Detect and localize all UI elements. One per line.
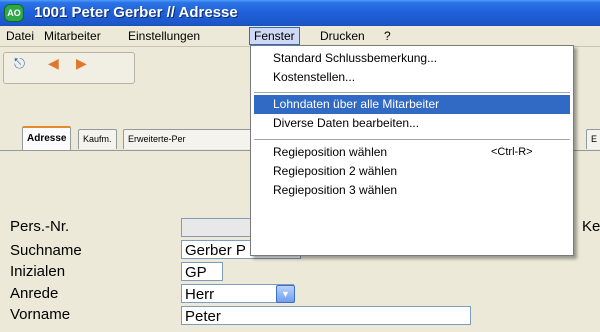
- tab-e[interactable]: E: [586, 129, 600, 149]
- fenster-dropdown-menu: Standard Schlussbemerkung... Kostenstell…: [250, 45, 574, 256]
- chevron-down-icon[interactable]: ▼: [276, 285, 295, 303]
- vorname-field[interactable]: Peter: [181, 306, 471, 325]
- menu-item-regieposition-3[interactable]: Regieposition 3 wählen: [254, 181, 570, 200]
- menu-item-kostenstellen[interactable]: Kostenstellen...: [254, 68, 570, 87]
- title-bar[interactable]: AO 1001 Peter Gerber // Adresse: [0, 0, 600, 26]
- label-ke: Ke: [582, 218, 600, 235]
- menu-fenster[interactable]: Fenster: [249, 27, 300, 45]
- label-vorname: Vorname: [10, 306, 71, 323]
- arrow-right-icon[interactable]: ▶: [76, 56, 87, 70]
- app-icon: AO: [4, 4, 24, 22]
- label-anrede: Anrede: [10, 285, 59, 302]
- menu-item-lohndaten[interactable]: Lohndaten über alle Mitarbeiter: [254, 95, 570, 114]
- menu-item-diverse-daten[interactable]: Diverse Daten bearbeiten...: [254, 114, 570, 133]
- inizialen-field[interactable]: GP: [181, 262, 223, 281]
- menu-einstellungen[interactable]: Einstellungen: [124, 28, 204, 44]
- menu-item-standard-schlussbemerkung[interactable]: Standard Schlussbemerkung...: [254, 49, 570, 68]
- exit-icon[interactable]: ⎋: [14, 56, 25, 70]
- menu-drucken[interactable]: Drucken: [316, 28, 369, 44]
- arrow-left-icon[interactable]: ◀: [48, 56, 59, 70]
- label-inizialen: Inizialen: [10, 263, 66, 280]
- menu-mitarbeiter[interactable]: Mitarbeiter: [40, 28, 105, 44]
- window-title: 1001 Peter Gerber // Adresse: [34, 4, 238, 21]
- tab-kaufm[interactable]: Kaufm.: [78, 129, 117, 149]
- label-suchname: Suchname: [10, 242, 82, 259]
- label-persnr: Pers.-Nr.: [10, 218, 70, 235]
- menu-datei[interactable]: Datei: [2, 28, 38, 44]
- menu-bar: Datei Mitarbeiter Einstellungen Fenster …: [0, 26, 600, 47]
- menu-separator: [254, 139, 570, 140]
- tab-erweiterte-per[interactable]: Erweiterte-Per: [123, 129, 253, 149]
- menu-help[interactable]: ?: [380, 28, 395, 44]
- menu-item-regieposition[interactable]: Regieposition wählen <Ctrl-R>: [254, 143, 570, 162]
- menu-separator: [254, 92, 570, 93]
- menu-item-regieposition-2[interactable]: Regieposition 2 wählen: [254, 162, 570, 181]
- tab-adresse[interactable]: Adresse: [22, 126, 72, 151]
